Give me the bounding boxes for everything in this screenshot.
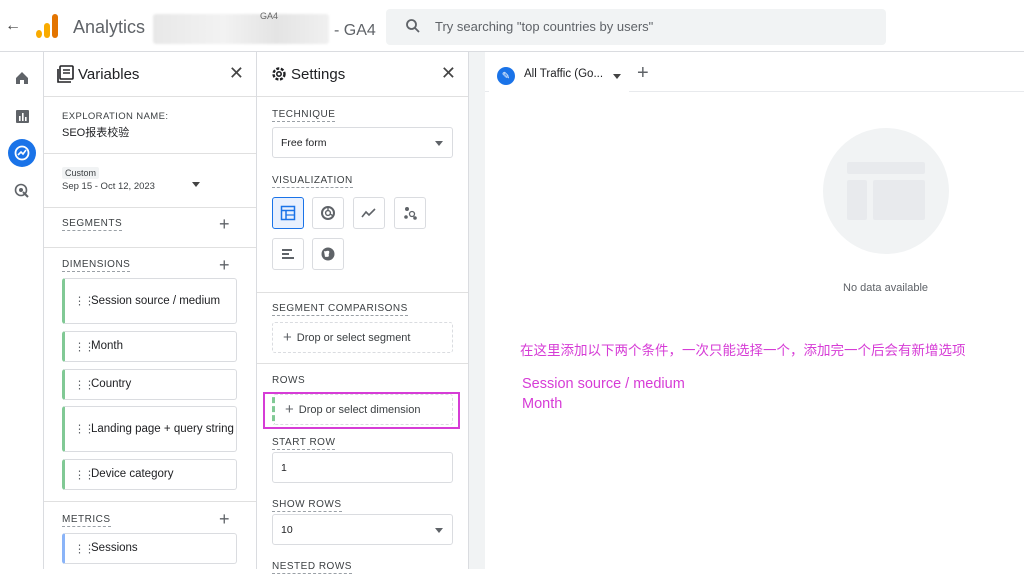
dimension-chip[interactable]: ⋮⋮ Device category: [62, 459, 237, 490]
no-data-text: No data available: [843, 282, 929, 294]
rows-label: ROWS: [272, 375, 306, 386]
left-nav: [0, 52, 44, 569]
dimension-chip[interactable]: ⋮⋮ Session source / medium: [62, 278, 237, 324]
drag-handle-icon[interactable]: ⋮⋮: [74, 295, 95, 308]
divider: [44, 501, 256, 502]
gear-icon: [270, 65, 288, 83]
start-row-label: START ROW: [272, 437, 336, 450]
arrow-left-icon[interactable]: ←: [5, 17, 21, 35]
add-tab-icon[interactable]: +: [637, 62, 649, 85]
scatter-plot-icon[interactable]: [394, 197, 426, 229]
search-placeholder[interactable]: Try searching "top countries by users": [435, 19, 653, 34]
segments-label: SEGMENTS: [62, 218, 123, 231]
variables-title: Variables: [78, 66, 140, 83]
drag-handle-icon[interactable]: ⋮⋮: [74, 378, 95, 391]
divider: [44, 207, 256, 208]
top-bar: ← Analytics GA4 - GA4 Try searching "top…: [0, 0, 1024, 52]
property-tiny-label: GA4: [260, 11, 279, 21]
variables-panel: Variables ✕ EXPLORATION NAME: SEO报表校验 Cu…: [44, 52, 257, 569]
property-name[interactable]: - GA4: [334, 22, 376, 40]
table-icon[interactable]: [272, 197, 304, 229]
dimensions-label: DIMENSIONS: [62, 259, 131, 272]
settings-header: Settings ✕: [257, 52, 468, 97]
dimension-chip[interactable]: ⋮⋮ Month: [62, 331, 237, 362]
date-dropdown-arrow[interactable]: [192, 182, 200, 187]
divider: [257, 292, 468, 293]
annotation-highlight-box: [263, 392, 460, 429]
plus-icon: +: [283, 329, 292, 346]
add-metric-icon[interactable]: +: [219, 510, 230, 528]
pencil-icon: ✎: [497, 67, 515, 85]
annotation-line: Month: [522, 396, 563, 412]
explore-icon[interactable]: [8, 139, 36, 167]
close-icon[interactable]: ✕: [229, 63, 244, 84]
globe-icon[interactable]: [312, 238, 344, 270]
analytics-logo: [36, 14, 58, 38]
show-rows-label: SHOW ROWS: [272, 499, 342, 512]
advertising-icon[interactable]: [12, 181, 32, 201]
donut-chart-icon[interactable]: [312, 197, 344, 229]
technique-select[interactable]: Free form: [272, 127, 453, 158]
settings-panel: Settings ✕ TECHNIQUE Free form VISUALIZA…: [257, 52, 469, 574]
divider: [44, 153, 256, 154]
chevron-down-icon: [435, 141, 443, 146]
start-row-input[interactable]: 1: [272, 452, 453, 483]
drag-handle-icon[interactable]: ⋮⋮: [74, 468, 95, 481]
annotation-line: Session source / medium: [522, 376, 685, 392]
tab-strip: ✎ All Traffic (Go... +: [485, 52, 1024, 92]
segment-comparisons-label: SEGMENT COMPARISONS: [272, 303, 408, 316]
search-box[interactable]: Try searching "top countries by users": [386, 9, 886, 45]
variables-icon: [57, 65, 75, 83]
drag-handle-icon[interactable]: ⋮⋮: [74, 423, 95, 436]
drag-handle-icon[interactable]: ⋮⋮: [74, 542, 95, 555]
segment-drop-zone[interactable]: + Drop or select segment: [272, 322, 453, 353]
annotation-instruction: 在这里添加以下两个条件，一次只能选择一个，添加完一个后会有新增选项: [520, 343, 966, 358]
home-icon[interactable]: [12, 68, 32, 88]
chevron-down-icon[interactable]: [613, 74, 621, 79]
add-segment-icon[interactable]: +: [219, 215, 230, 233]
canvas-gutter: [469, 52, 485, 569]
divider: [257, 363, 468, 364]
search-icon: [405, 18, 421, 39]
app-name: Analytics: [73, 17, 146, 37]
metric-chip[interactable]: ⋮⋮ Sessions: [62, 533, 237, 564]
dimension-chip[interactable]: ⋮⋮ Landing page + query string: [62, 406, 237, 452]
variables-header: Variables ✕: [44, 52, 256, 97]
no-data-illustration: [823, 128, 949, 254]
exploration-name-value[interactable]: SEO报表校验: [62, 124, 129, 140]
date-range[interactable]: Sep 15 - Oct 12, 2023: [62, 181, 155, 192]
add-dimension-icon[interactable]: +: [219, 256, 230, 274]
nested-rows-label: NESTED ROWS: [272, 561, 352, 574]
metrics-label: METRICS: [62, 514, 111, 527]
show-rows-select[interactable]: 10: [272, 514, 453, 545]
close-icon[interactable]: ✕: [441, 63, 456, 84]
technique-label: TECHNIQUE: [272, 109, 336, 122]
reports-icon[interactable]: [12, 106, 32, 126]
divider: [44, 247, 256, 248]
redacted-property: [153, 14, 329, 44]
drag-handle-icon[interactable]: ⋮⋮: [74, 340, 95, 353]
tab-all-traffic[interactable]: ✎ All Traffic (Go...: [489, 58, 629, 92]
chevron-down-icon: [435, 528, 443, 533]
bar-chart-icon[interactable]: [272, 238, 304, 270]
line-chart-icon[interactable]: [353, 197, 385, 229]
date-tag: Custom: [62, 167, 100, 179]
settings-title: Settings: [291, 66, 346, 83]
exploration-name-label: EXPLORATION NAME:: [62, 111, 169, 122]
visualization-label: VISUALIZATION: [272, 175, 353, 188]
dimension-chip[interactable]: ⋮⋮ Country: [62, 369, 237, 400]
